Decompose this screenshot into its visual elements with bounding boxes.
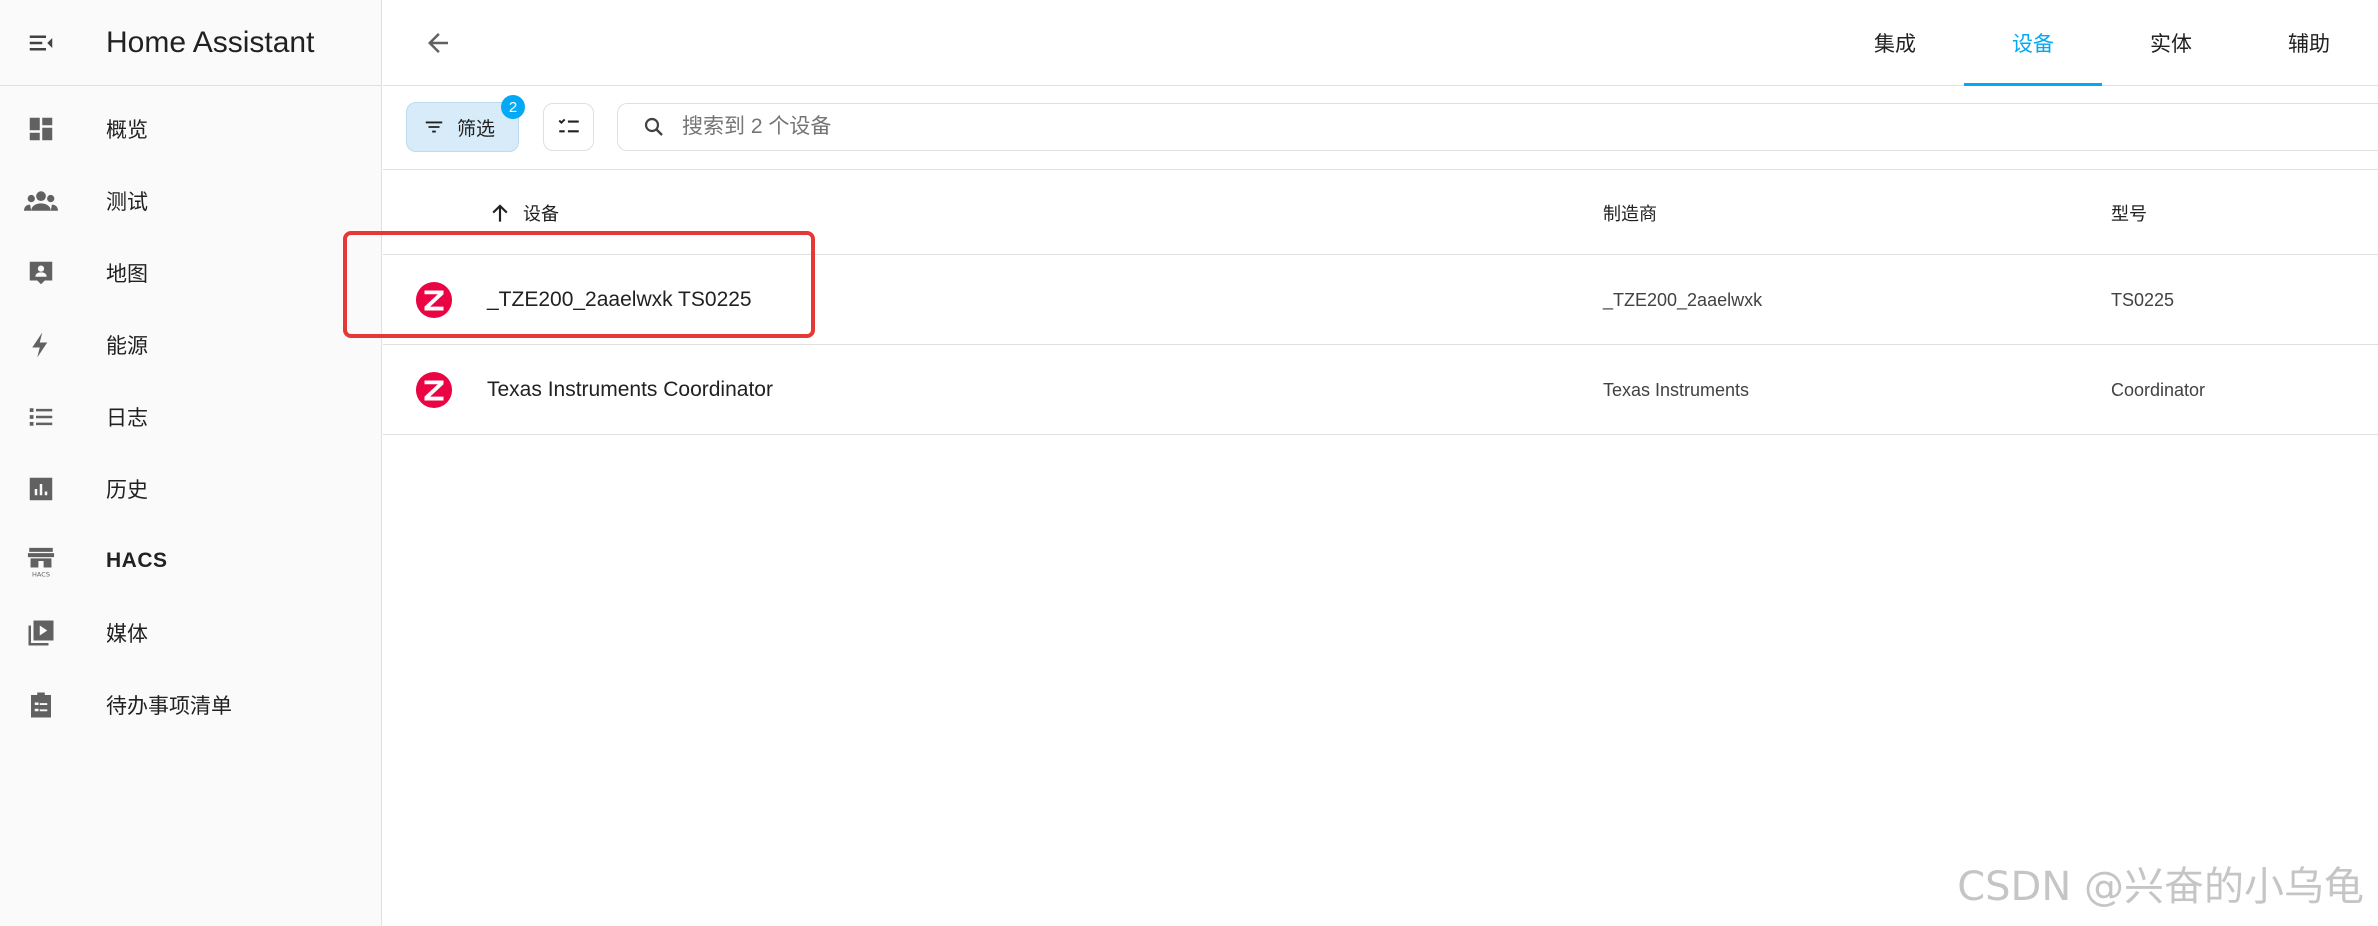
sidebar-item-label: 地图 — [106, 263, 148, 286]
devices-table: 设备 制造商 型号 _TZE200_2aaelwxk TS0225 _TZE20… — [383, 171, 2378, 435]
tab-bar: 集成 设备 实体 辅助 — [1826, 0, 2378, 86]
checklist-icon — [558, 118, 579, 133]
sort-ascending-arrow-icon — [492, 204, 508, 222]
list-icon — [24, 400, 58, 434]
device-manufacturer: Texas Instruments — [1603, 379, 1750, 400]
sidebar-item-label: 日志 — [106, 407, 148, 430]
watermark: CSDN @兴奋的小乌龟 — [1957, 864, 2364, 910]
sidebar-item-energy[interactable]: 能源 — [0, 309, 381, 381]
sidebar-item-logbook[interactable]: 日志 — [0, 381, 381, 453]
chart-box-icon — [24, 472, 58, 506]
back-button[interactable] — [419, 24, 457, 62]
sidebar-header: Home Assistant — [0, 0, 381, 86]
arrow-left-icon — [428, 33, 448, 53]
media-play-icon — [24, 616, 58, 650]
sidebar-item-hacs[interactable]: HACS HACS — [0, 525, 381, 597]
top-bar: 集成 设备 实体 辅助 — [383, 0, 2378, 86]
app-window: Home Assistant 概览 测试 地图 能源 日志 历史 HACS HA… — [0, 0, 2378, 926]
sidebar-item-overview[interactable]: 概览 — [0, 93, 381, 165]
sidebar-item-label: HACS — [106, 549, 168, 572]
device-name: Texas Instruments Coordinator — [487, 378, 773, 401]
device-model: Coordinator — [2111, 379, 2206, 400]
filter-icon — [425, 121, 443, 133]
device-manufacturer: _TZE200_2aaelwxk — [1603, 289, 1763, 310]
search-icon — [644, 117, 663, 136]
column-header-model[interactable]: 型号 — [2111, 171, 2147, 255]
table-header: 设备 制造商 型号 — [383, 171, 2378, 255]
svg-text:HACS: HACS — [32, 571, 50, 578]
filter-button[interactable]: 筛选 2 — [406, 95, 525, 152]
menu-collapse-button[interactable] — [0, 0, 82, 86]
device-name: _TZE200_2aaelwxk TS0225 — [487, 288, 752, 311]
column-label: 设备 — [523, 204, 559, 224]
zigbee-icon — [415, 345, 453, 435]
sidebar-item-label: 历史 — [106, 479, 148, 502]
toolbar: 筛选 2 — [383, 86, 2378, 170]
sidebar-item-history[interactable]: 历史 — [0, 453, 381, 525]
table-row[interactable]: Texas Instruments Coordinator Texas Inst… — [383, 345, 2378, 435]
sidebar-item-media[interactable]: 媒体 — [0, 597, 381, 669]
search-box[interactable] — [617, 103, 2378, 151]
device-model: TS0225 — [2111, 289, 2175, 310]
sidebar-list: 概览 测试 地图 能源 日志 历史 HACS HACS 媒体 待办事项清单 — [0, 86, 381, 741]
lightning-icon — [24, 328, 58, 362]
table-row[interactable]: _TZE200_2aaelwxk TS0225 _TZE200_2aaelwxk… — [383, 255, 2378, 345]
menu-collapse-icon — [29, 35, 53, 50]
clipboard-list-icon — [24, 688, 58, 722]
tab-helpers[interactable]: 辅助 — [2240, 0, 2378, 86]
tab-entities[interactable]: 实体 — [2102, 0, 2240, 86]
search-input[interactable] — [682, 115, 1282, 139]
app-title: Home Assistant — [106, 25, 315, 59]
sidebar-item-todo[interactable]: 待办事项清单 — [0, 669, 381, 741]
tab-devices[interactable]: 设备 — [1964, 0, 2102, 86]
sidebar-item-label: 能源 — [106, 335, 148, 358]
filter-label: 筛选 — [457, 118, 496, 140]
sidebar-item-label: 概览 — [106, 119, 148, 142]
sidebar-item-test[interactable]: 测试 — [0, 165, 381, 237]
sidebar: Home Assistant 概览 测试 地图 能源 日志 历史 HACS HA… — [0, 0, 382, 926]
people-icon — [24, 184, 58, 218]
column-header-manufacturer[interactable]: 制造商 — [1603, 171, 1657, 255]
tab-integrations[interactable]: 集成 — [1826, 0, 1964, 86]
column-header-device[interactable]: 设备 — [487, 171, 559, 255]
filter-count-badge: 2 — [501, 95, 525, 119]
zigbee-icon — [415, 255, 453, 345]
sidebar-item-label: 待办事项清单 — [106, 695, 232, 718]
dashboard-icon — [24, 112, 58, 146]
sidebar-item-label: 媒体 — [106, 623, 148, 646]
sidebar-item-label: 测试 — [106, 191, 148, 214]
map-person-icon — [24, 256, 58, 290]
hacs-store-icon: HACS — [24, 544, 58, 578]
sidebar-item-map[interactable]: 地图 — [0, 237, 381, 309]
selection-mode-button[interactable] — [543, 103, 594, 151]
